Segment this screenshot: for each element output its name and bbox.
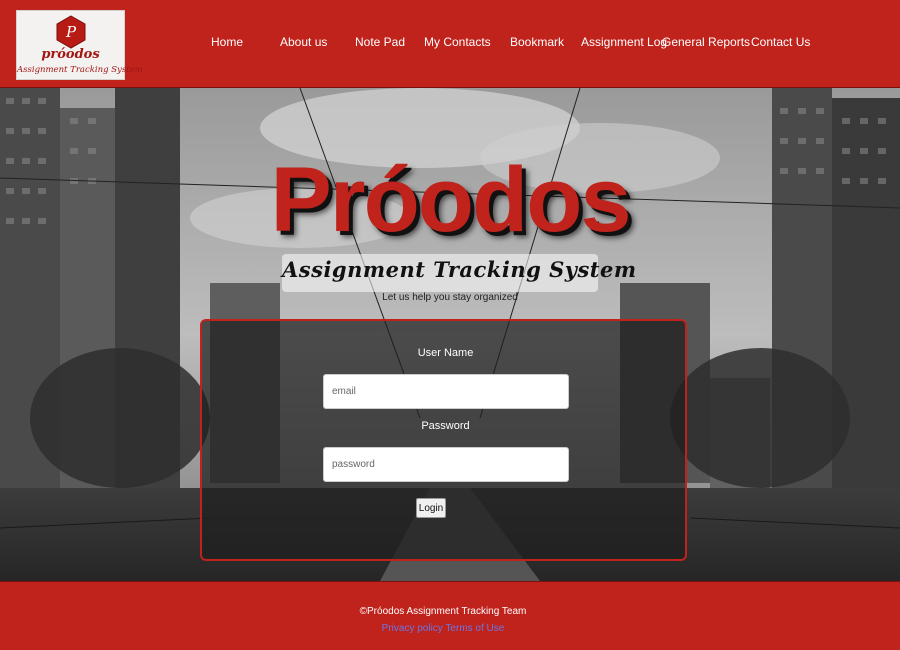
username-label: User Name xyxy=(417,347,474,359)
privacy-policy-link[interactable]: Privacy policy xyxy=(382,623,443,634)
logo-brand-text: próodos xyxy=(41,47,100,62)
hero-section: Próodos Assignment Tracking System Let u… xyxy=(0,88,900,581)
hero-tagline: Let us help you stay organized xyxy=(382,292,518,303)
site-footer: ©Próodos Assignment Tracking Team Privac… xyxy=(0,581,900,650)
nav-about-us[interactable]: About us xyxy=(280,35,327,49)
logo-subtitle: Assignment Tracking System xyxy=(17,65,143,75)
login-button[interactable]: Login xyxy=(416,498,446,518)
footer-links: Privacy policy Terms of Use xyxy=(0,623,886,634)
login-form: User Name Password Login xyxy=(200,319,687,561)
password-label: Password xyxy=(421,420,470,432)
nav-assignment-log[interactable]: Assignment Log xyxy=(581,35,667,49)
nav-my-contacts[interactable]: My Contacts xyxy=(424,35,491,49)
footer-copyright: ©Próodos Assignment Tracking Team xyxy=(359,606,527,617)
hero-subtitle: Assignment Tracking System xyxy=(282,257,637,282)
nav-general-reports[interactable]: General Reports xyxy=(662,35,750,49)
logo-hexagon-icon: P xyxy=(56,15,86,49)
nav-home[interactable]: Home xyxy=(211,35,243,49)
site-logo[interactable]: P próodos Assignment Tracking System xyxy=(16,10,143,80)
nav-contact-us[interactable]: Contact Us xyxy=(751,35,810,49)
password-input[interactable] xyxy=(323,447,569,482)
hero-title: Próodos xyxy=(270,149,631,251)
site-header: P próodos Assignment Tracking System Hom… xyxy=(0,0,900,88)
terms-of-use-link[interactable]: Terms of Use xyxy=(445,623,504,634)
nav-bookmark[interactable]: Bookmark xyxy=(510,35,564,49)
email-input[interactable] xyxy=(323,374,569,409)
nav-note-pad[interactable]: Note Pad xyxy=(355,35,405,49)
svg-text:P: P xyxy=(65,23,77,41)
